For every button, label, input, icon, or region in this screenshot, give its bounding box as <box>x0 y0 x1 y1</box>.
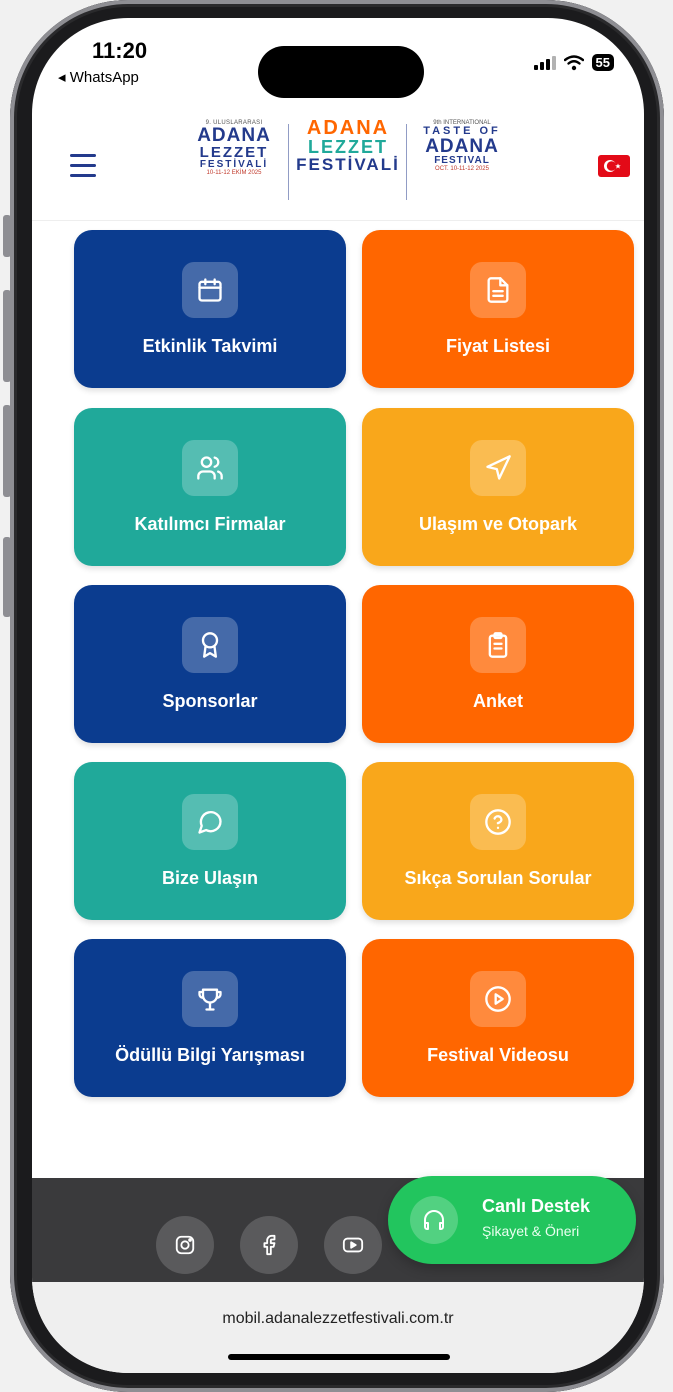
logo-divider <box>288 124 289 200</box>
facebook-icon[interactable] <box>240 1216 298 1274</box>
tile-label: Sponsorlar <box>162 690 258 711</box>
tile-anket[interactable]: Anket <box>362 585 634 743</box>
logo-right-line3: ADANA <box>425 136 499 157</box>
logo-mid-line2: LEZZET <box>308 137 388 157</box>
tile-odullu-bilgi-yarismasi[interactable]: Ödüllü Bilgi Yarışması <box>74 939 346 1097</box>
users-icon <box>182 439 238 496</box>
logo-english: 9th INTERNATIONAL TASTE OF ADANA FESTIVA… <box>412 120 512 172</box>
tile-sikca-sorulan-sorular[interactable]: Sıkça Sorulan Sorular <box>362 762 634 920</box>
logo-left-line2: ADANA <box>197 125 271 146</box>
volume-down-button <box>3 405 11 497</box>
tile-sponsorlar[interactable]: Sponsorlar <box>74 585 346 743</box>
play-circle-icon <box>470 970 526 1027</box>
side-button <box>3 537 11 617</box>
tile-label: Sıkça Sorulan Sorular <box>404 867 592 888</box>
tile-ulasim-ve-otopark[interactable]: Ulaşım ve Otopark <box>362 408 634 566</box>
logo-mid-line3: FESTİVALİ <box>296 155 400 174</box>
tile-label: Etkinlik Takvimi <box>142 335 278 356</box>
app-header: 9. ULUSLARARASI ADANA LEZZET FESTİVALİ 1… <box>32 110 644 221</box>
tile-label: Anket <box>472 690 523 711</box>
logo-left-line3: LEZZET <box>199 144 269 161</box>
logo-left-line4: FESTİVALİ <box>199 159 269 170</box>
volume-up-button <box>3 290 11 382</box>
support-subtitle: Şikayet & Öneri <box>482 1223 580 1239</box>
instagram-icon[interactable] <box>156 1216 214 1274</box>
turkey-flag-icon[interactable] <box>598 155 630 177</box>
status-icons: 55 <box>533 54 614 71</box>
url-text: mobil.adanalezzetfestivali.com.tr <box>222 1310 454 1327</box>
headphones-icon <box>410 1196 458 1244</box>
browser-url-bar[interactable]: mobil.adanalezzetfestivali.com.tr <box>32 1282 644 1373</box>
logo-turkish: 9. ULUSLARARASI ADANA LEZZET FESTİVALİ 1… <box>186 120 282 176</box>
live-support-button[interactable]: Canlı Destek Şikayet & Öneri <box>388 1176 636 1264</box>
award-icon <box>182 616 238 673</box>
tile-label: Festival Videosu <box>427 1044 569 1065</box>
logo-mid-line1: ADANA <box>306 117 390 139</box>
action-button <box>3 215 11 257</box>
navigation-icon <box>470 439 526 496</box>
tile-label: Ödüllü Bilgi Yarışması <box>115 1044 305 1065</box>
tile-katilimci-firmalar[interactable]: Katılımcı Firmalar <box>74 408 346 566</box>
wifi-icon <box>563 54 584 70</box>
tile-label: Ulaşım ve Otopark <box>418 513 578 534</box>
tile-festival-videosu[interactable]: Festival Videosu <box>362 939 634 1097</box>
tile-etkinlik-takvimi[interactable]: Etkinlik Takvimi <box>74 230 346 388</box>
phone-screen: 11:20 ◂ WhatsApp 55 9. ULUSLARARASI ADAN… <box>32 18 644 1373</box>
help-circle-icon <box>470 793 526 850</box>
status-time: 11:20 <box>92 38 148 63</box>
battery-indicator: 55 <box>591 54 614 71</box>
logo-left-dates: 10-11-12 EKİM 2025 <box>206 170 262 176</box>
document-icon <box>470 261 526 318</box>
tile-label: Bize Ulaşın <box>161 867 259 888</box>
back-to-whatsapp-link[interactable]: ◂ WhatsApp <box>58 68 139 86</box>
support-title: Canlı Destek <box>482 1196 591 1216</box>
chat-bubble-icon <box>182 793 238 850</box>
calendar-icon <box>182 261 238 318</box>
clipboard-icon <box>470 616 526 673</box>
home-indicator[interactable] <box>228 1354 450 1360</box>
youtube-icon[interactable] <box>324 1216 382 1274</box>
logo-right-line4: FESTIVAL <box>434 155 490 166</box>
dynamic-island <box>258 46 424 98</box>
logo-festival-mark: ADANA LEZZET FESTİVALİ <box>296 118 400 173</box>
tile-label: Katılımcı Firmalar <box>134 513 286 534</box>
logo-right-dates: OCT. 10-11-12 2025 <box>435 166 489 172</box>
hamburger-icon[interactable] <box>70 154 96 184</box>
logo-divider <box>406 124 407 200</box>
tile-bize-ulasin[interactable]: Bize Ulaşın <box>74 762 346 920</box>
tile-label: Fiyat Listesi <box>445 335 551 356</box>
signal-icon <box>533 55 556 70</box>
trophy-icon <box>182 970 238 1027</box>
tile-fiyat-listesi[interactable]: Fiyat Listesi <box>362 230 634 388</box>
